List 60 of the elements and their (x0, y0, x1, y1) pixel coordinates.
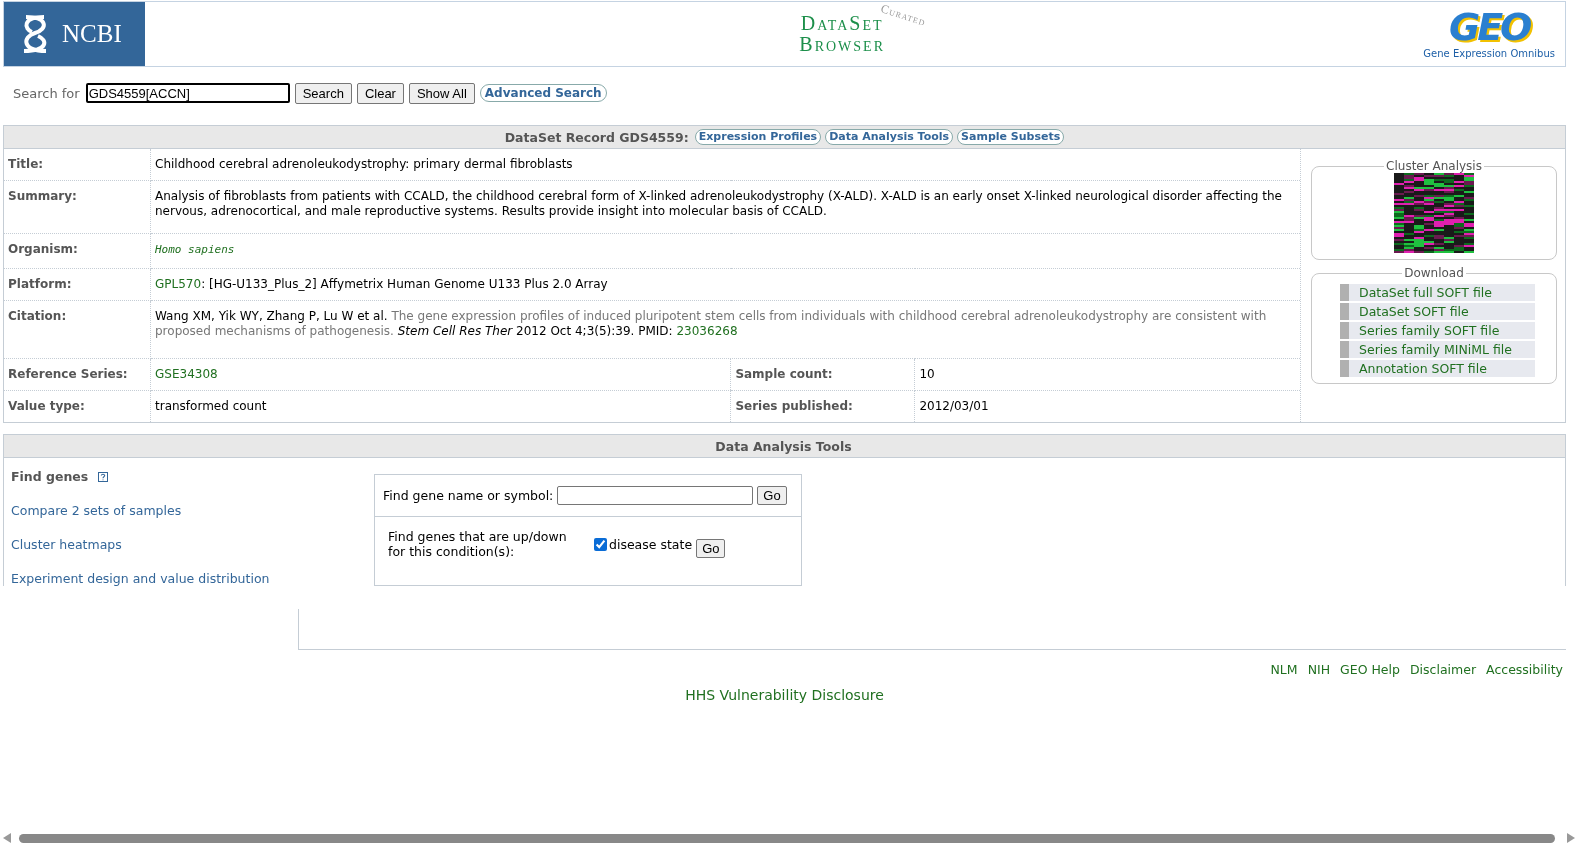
search-button[interactable]: Show All (408, 82, 475, 104)
checkbox[interactable] (594, 537, 607, 551)
search-button[interactable]: Clear (356, 82, 404, 104)
record-tab[interactable]: Expression Profiles (694, 129, 822, 145)
scroll-right-icon (1567, 833, 1575, 843)
download-link[interactable]: Annotation SOFT file (1340, 360, 1535, 377)
go-button[interactable]: Go (757, 486, 787, 505)
footer-link[interactable]: Accessibility (1486, 662, 1563, 677)
tool-menu-item[interactable]: Find genes (11, 469, 89, 484)
box-title: Download (1403, 266, 1465, 280)
record-heading: DataSet Record GDS4559: (504, 129, 689, 145)
browser-logo[interactable]: DataSet Browser Curated (799, 2, 929, 66)
field-label: Find gene name or symbol: (383, 488, 554, 503)
field-value: Wang XM, Yik WY, Zhang P, Lu W et al. The gene expression profiles of induced pluripotent stem cells from individuals with childhood cerebral adrenoleukodystrophy are consistent with proposed mechanisms of pathogenesis. Stem Cell Res Ther 2012 Oct 4;3(5):39. PMID: 23036268 (155, 309, 1267, 338)
value-text: Analysis of fibroblasts from patients with CCALD, the childhood cerebral form of X-linked adrenoleukodystrophy (X-ALD). X-ALD is an early onset X-linked neurological disorder affecting the nervous, adrenocortical, and male reproductive systems. Results provide insight into molecular basis of CCALD. (155, 189, 1282, 218)
geo-logo[interactable]: GEO Gene Expression Omnibus (1423, 2, 1565, 66)
record-tab[interactable]: Sample Subsets (957, 129, 1065, 145)
field-label: Reference Series: (4, 358, 151, 391)
field-label: Find genes that are up/down for this condition(s): (388, 529, 568, 559)
field-label: Summary: (4, 180, 151, 234)
record-tab[interactable]: Data Analysis Tools (825, 129, 954, 145)
tool-menu-item[interactable]: Compare 2 sets of samples (11, 503, 182, 518)
field-label: Sample count: (730, 358, 915, 391)
box-title: Cluster Analysis (1385, 159, 1483, 173)
scroll-thumb[interactable] (19, 833, 1555, 843)
footer-link[interactable]: Disclaimer (1409, 662, 1477, 677)
field-value: GPL570: [HG-U133_Plus_2] Affymetrix Human Genome U133 Plus 2.0 Array (155, 277, 608, 291)
field-label: Value type: (4, 390, 151, 422)
go-button[interactable]: Go (696, 538, 726, 558)
gene-field[interactable] (557, 486, 754, 505)
footer-link[interactable]: HHS Vulnerability Disclosure (685, 687, 884, 703)
field-label: Citation: (4, 300, 151, 359)
section-heading: Data Analysis Tools (715, 438, 852, 454)
advanced-search-link[interactable]: Advanced Search (479, 84, 607, 102)
scroll-left-icon (3, 833, 11, 843)
tool-menu-item[interactable]: Cluster heatmaps (11, 537, 122, 552)
field-label: Title: (4, 149, 151, 181)
field-label: Series published: (730, 390, 915, 422)
value-text: Childhood cerebral adrenoleukodystrophy: primary dermal fibroblasts (155, 157, 573, 171)
field-label: Organism: (4, 233, 151, 269)
search-field[interactable]: GDS4559[ACCN] (85, 83, 290, 103)
species-link[interactable]: Homo sapiens (155, 243, 235, 256)
tool-menu-item[interactable]: Experiment design and value distribution (11, 571, 270, 586)
download-link[interactable]: DataSet full SOFT file (1340, 284, 1535, 301)
field-label: Platform: (4, 268, 151, 301)
search-button[interactable]: Search (294, 82, 352, 104)
ncbi-logo[interactable]: NCBI (4, 2, 145, 66)
footer-link[interactable]: NLM (1270, 662, 1298, 677)
footer-link[interactable]: GEO Help (1340, 662, 1400, 677)
value-text: 2012/03/01 (919, 399, 989, 413)
footer-link[interactable]: NIH (1307, 662, 1331, 677)
value-text: transformed count (155, 399, 267, 413)
checkbox-label: disease state (609, 536, 693, 552)
value-link[interactable]: GSE34308 (155, 367, 218, 381)
download-link[interactable]: Series family SOFT file (1340, 322, 1535, 339)
value-link[interactable]: 23036268 (676, 324, 738, 338)
value-text: 10 (919, 367, 935, 381)
download-link[interactable]: Series family MINiML file (1340, 341, 1535, 358)
download-link[interactable]: DataSet SOFT file (1340, 303, 1535, 320)
search-label: Search for (13, 85, 80, 101)
